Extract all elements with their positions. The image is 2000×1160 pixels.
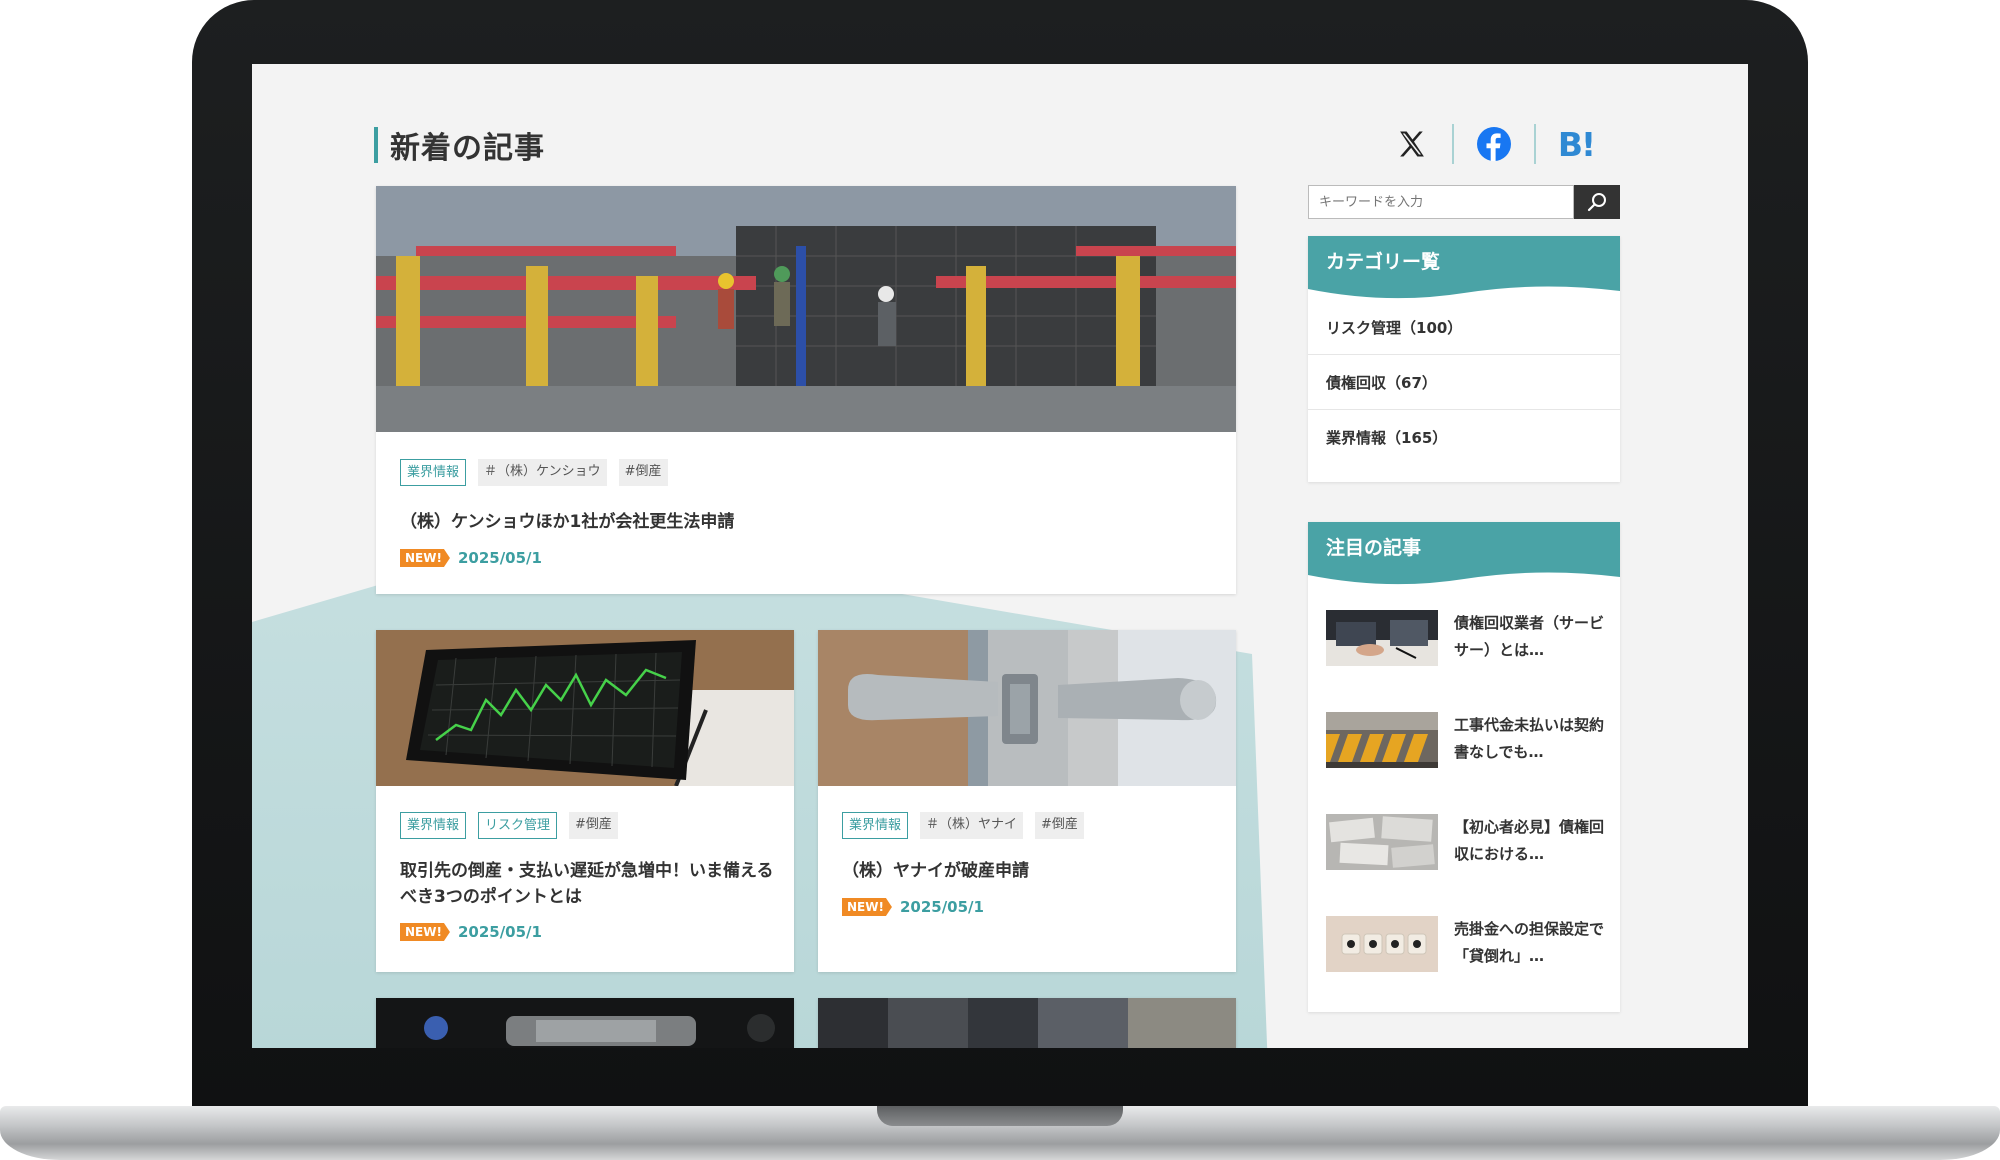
tag-company[interactable]: ＃（株）ケンショウ	[478, 459, 607, 486]
article-thumbnail[interactable]	[818, 630, 1236, 786]
article-card[interactable]: 業界情報 リスク管理 #倒産 取引先の倒産・支払い遅延が急増中！いま備えるべき3…	[376, 630, 794, 972]
x-icon	[1400, 131, 1424, 157]
article-meta: NEW! 2025/05/1	[400, 923, 542, 941]
article-card[interactable]: 業界情報 ＃（株）ヤナイ #倒産 （株）ヤナイが破産申請 NEW! 2025/0…	[818, 630, 1236, 972]
article-date: 2025/05/1	[899, 898, 984, 916]
page-title: 新着の記事	[390, 131, 545, 166]
featured-widget: 注目の記事 債権回収業者（サービサー）とは… 工事代金未払いは契約書なしでも… …	[1308, 522, 1620, 1012]
search-box	[1308, 185, 1620, 219]
wave-decoration	[1308, 572, 1620, 587]
tag-bankruptcy[interactable]: #倒産	[1035, 812, 1084, 839]
article-thumbnail[interactable]	[376, 186, 1236, 432]
article-date: 2025/05/1	[457, 549, 542, 567]
widget-title: 注目の記事	[1326, 537, 1422, 559]
share-facebook-button[interactable]	[1454, 126, 1534, 162]
category-item-industry-info[interactable]: 業界情報（165）	[1308, 410, 1620, 465]
featured-title: 債権回収業者（サービサー）とは…	[1454, 614, 1605, 659]
article-card-partial[interactable]	[818, 998, 1236, 1048]
featured-thumbnail	[1326, 916, 1438, 972]
facebook-icon	[1477, 127, 1511, 161]
featured-item[interactable]: 売掛金への担保設定で「貸倒れ」…	[1326, 916, 1608, 976]
risk-dice-image	[1326, 916, 1438, 972]
tag-bankruptcy[interactable]: #倒産	[618, 459, 668, 486]
tag-risk-management[interactable]: リスク管理	[478, 812, 558, 839]
door-handle-image	[818, 630, 1236, 786]
construction-site-image	[376, 186, 1236, 432]
social-share-bar: B!	[1372, 116, 1636, 172]
tag-company[interactable]: ＃（株）ヤナイ	[920, 812, 1024, 839]
flashlight-image	[376, 998, 794, 1048]
share-hatena-button[interactable]: B!	[1536, 125, 1616, 164]
article-tags: 業界情報 ＃（株）ケンショウ #倒産	[400, 459, 668, 486]
tag-industry-info[interactable]: 業界情報	[400, 812, 467, 839]
widget-header: カテゴリー覧	[1308, 236, 1620, 301]
article-meta: NEW! 2025/05/1	[842, 898, 984, 916]
category-item-debt-collection[interactable]: 債権回収（67）	[1308, 355, 1620, 410]
article-title[interactable]: （株）ケンショウほか1社が会社更生法申請	[400, 509, 1200, 535]
widget-header: 注目の記事	[1308, 522, 1620, 587]
new-badge: NEW!	[400, 923, 450, 941]
article-date: 2025/05/1	[457, 923, 542, 941]
category-widget: カテゴリー覧 リスク管理（100） 債権回収（67） 業界情報（165）	[1308, 236, 1620, 482]
search-icon	[1587, 193, 1606, 212]
featured-thumbnail	[1326, 712, 1438, 768]
article-thumbnail[interactable]	[376, 630, 794, 786]
featured-item[interactable]: 債権回収業者（サービサー）とは…	[1326, 610, 1608, 670]
share-x-button[interactable]	[1372, 129, 1452, 159]
new-badge: NEW!	[842, 898, 892, 916]
article-title[interactable]: 取引先の倒産・支払い遅延が急増中！いま備えるべき3つのポイントとは	[400, 858, 780, 910]
featured-thumbnail	[1326, 610, 1438, 666]
tag-industry-info[interactable]: 業界情報	[400, 459, 467, 486]
featured-title: 【初心者必見】債権回収における…	[1454, 818, 1605, 863]
new-badge: NEW!	[400, 549, 450, 567]
article-tags: 業界情報 ＃（株）ヤナイ #倒産	[842, 812, 1084, 839]
featured-thumbnail	[1326, 814, 1438, 870]
featured-title: 売掛金への担保設定で「貸倒れ」…	[1454, 920, 1605, 965]
hatena-icon: B!	[1557, 124, 1596, 164]
article-meta: NEW! 2025/05/1	[400, 549, 542, 567]
search-button[interactable]	[1574, 185, 1620, 219]
featured-item[interactable]: 【初心者必見】債権回収における…	[1326, 814, 1608, 874]
suits-image	[818, 998, 1236, 1048]
article-title[interactable]: （株）ヤナイが破産申請	[842, 858, 1222, 884]
laptop-notch	[877, 1106, 1123, 1126]
page-title-block: 新着の記事	[374, 123, 545, 167]
wave-decoration	[1308, 286, 1620, 301]
featured-item[interactable]: 工事代金未払いは契約書なしでも…	[1326, 712, 1608, 772]
stock-chart-tablet-image	[376, 630, 794, 786]
construction-barrier-image	[1326, 712, 1438, 768]
article-card-featured[interactable]: 業界情報 ＃（株）ケンショウ #倒産 （株）ケンショウほか1社が会社更生法申請 …	[376, 186, 1236, 594]
documents-image	[1326, 814, 1438, 870]
widget-title: カテゴリー覧	[1326, 251, 1441, 273]
tag-industry-info[interactable]: 業界情報	[842, 812, 909, 839]
title-accent-bar	[374, 127, 378, 163]
tag-bankruptcy[interactable]: #倒産	[569, 812, 618, 839]
screen: 新着の記事 B! 業界情報 ＃（株）ケンショウ #倒産 （株）ケンショウほか1社…	[252, 64, 1748, 1048]
contract-signing-image	[1326, 610, 1438, 666]
category-item-risk[interactable]: リスク管理（100）	[1308, 300, 1620, 355]
featured-title: 工事代金未払いは契約書なしでも…	[1454, 716, 1605, 761]
search-input[interactable]	[1308, 185, 1574, 219]
article-card-partial[interactable]	[376, 998, 794, 1048]
article-tags: 業界情報 リスク管理 #倒産	[400, 812, 618, 839]
